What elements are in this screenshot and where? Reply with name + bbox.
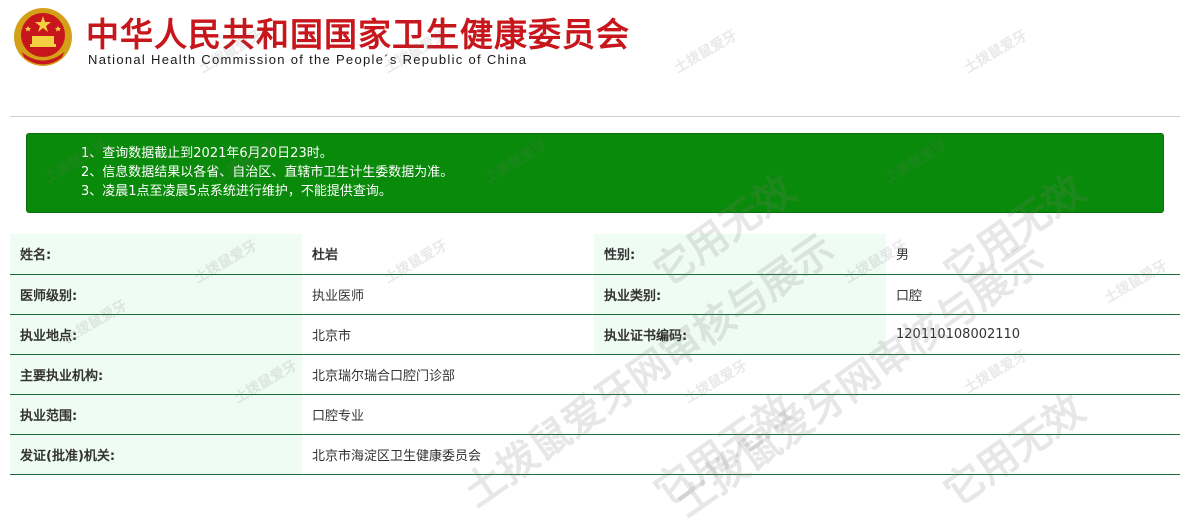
issuer-value: 北京市海淀区卫生健康委员会	[302, 434, 1180, 475]
category-label: 执业类别:	[594, 274, 886, 315]
site-title-en: National Health Commission of the People…	[88, 52, 528, 67]
national-emblem-icon	[14, 8, 72, 66]
institution-label: 主要执业机构:	[10, 354, 302, 395]
cert-value: 120110108002110	[886, 314, 1180, 355]
name-label: 姓名:	[10, 234, 302, 275]
notice-box: 1、查询数据截止到2021年6月20日23时。 2、信息数据结果以各省、自治区、…	[26, 133, 1164, 213]
notice-line: 2、信息数据结果以各省、自治区、直辖市卫生计生委数据为准。	[81, 165, 454, 180]
issuer-label: 发证(批准)机关:	[10, 434, 302, 475]
notice-line: 1、查询数据截止到2021年6月20日23时。	[81, 146, 333, 161]
site-title-cn: 中华人民共和国国家卫生健康委员会	[86, 15, 630, 54]
cert-label: 执业证书编码:	[594, 314, 886, 355]
level-label: 医师级别:	[10, 274, 302, 315]
site-header: 中华人民共和国国家卫生健康委员会 National Health Commiss…	[0, 0, 692, 72]
location-label: 执业地点:	[10, 314, 302, 355]
physician-info-table: 姓名: 杜岩 性别: 男 医师级别: 执业医师 执业类别: 口腔 执业地点: 北…	[10, 234, 1180, 475]
table-row: 姓名: 杜岩 性别: 男	[10, 234, 1180, 275]
level-value: 执业医师	[302, 274, 594, 315]
location-value: 北京市	[302, 314, 594, 355]
gender-value: 男	[886, 234, 1180, 275]
table-row: 主要执业机构: 北京瑞尔瑞合口腔门诊部	[10, 354, 1180, 395]
table-row: 执业范围: 口腔专业	[10, 394, 1180, 435]
notice-line: 3、凌晨1点至凌晨5点系统进行维护，不能提供查询。	[81, 184, 392, 199]
gender-label: 性别:	[594, 234, 886, 275]
institution-value: 北京瑞尔瑞合口腔门诊部	[302, 354, 1180, 395]
category-value: 口腔	[886, 274, 1180, 315]
scope-label: 执业范围:	[10, 394, 302, 435]
table-row: 执业地点: 北京市 执业证书编码: 120110108002110	[10, 314, 1180, 355]
scope-value: 口腔专业	[302, 394, 1180, 435]
table-row: 医师级别: 执业医师 执业类别: 口腔	[10, 274, 1180, 315]
header-divider	[10, 116, 1180, 117]
table-row: 发证(批准)机关: 北京市海淀区卫生健康委员会	[10, 434, 1180, 475]
watermark-text: 土拨鼠爱牙	[961, 27, 1031, 77]
name-value: 杜岩	[302, 234, 594, 275]
